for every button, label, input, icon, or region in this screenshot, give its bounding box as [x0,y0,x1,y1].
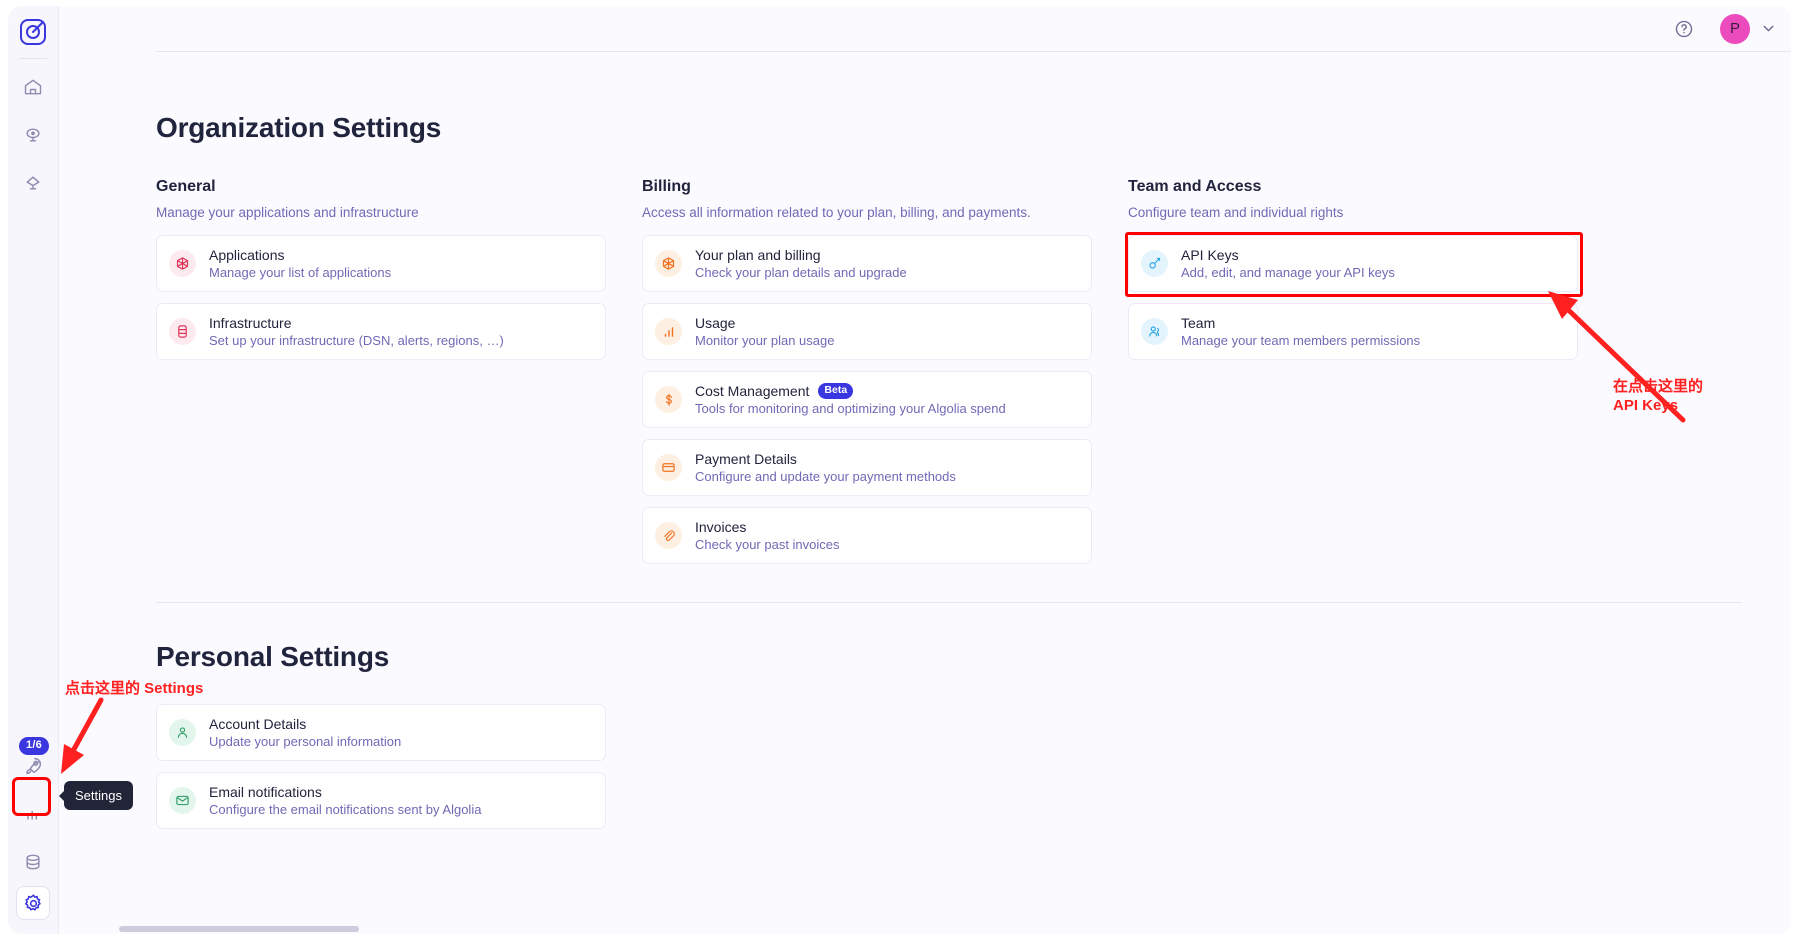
card-list: Applications Manage your list of applica… [156,235,606,360]
main-content: Organization Settings General Manage you… [59,52,1791,934]
card-api-keys[interactable]: API Keys Add, edit, and manage your API … [1125,232,1583,297]
gear-icon [24,893,41,910]
card-account-details[interactable]: Account Details Update your personal inf… [156,704,606,761]
card-subtitle: Check your past invoices [695,537,840,552]
chevron-down-icon[interactable] [1760,20,1777,37]
personal-settings-title: Personal Settings [156,641,390,672]
column-billing: Billing Access all information related t… [642,178,1092,564]
database-icon [169,318,196,345]
onboarding-progress-badge: 1/6 [19,737,49,755]
envelope-icon [169,787,196,814]
card-subtitle: Configure the email notifications sent b… [209,802,482,817]
card-subtitle: Manage your list of applications [209,265,392,280]
card-title: Infrastructure [209,315,292,331]
database-icon [26,854,40,870]
paperclip-icon [655,522,682,549]
card-title: Account Details [209,716,307,732]
card-title: Applications [209,247,285,263]
card-subtitle: Check your plan details and upgrade [695,265,907,280]
card-your-plan-and-billing[interactable]: Your plan and billing Check your plan de… [642,235,1092,292]
card-title: Invoices [695,519,747,535]
column-title: General [156,178,216,195]
sidebar-item-home[interactable] [16,70,50,104]
horizontal-scrollbar[interactable] [119,926,359,932]
card-list: API Keys Add, edit, and manage your API … [1125,232,1583,360]
card-subtitle: Monitor your plan usage [695,333,835,348]
dollar-icon [655,386,682,413]
card-title: API Keys [1181,247,1239,263]
card-applications[interactable]: Applications Manage your list of applica… [156,235,606,292]
credit-card-icon [655,454,682,481]
personal-card-list: Account Details Update your personal inf… [156,704,606,829]
users-icon [1141,318,1168,345]
avatar[interactable]: P [1720,13,1750,44]
card-subtitle: Manage your team members permissions [1181,333,1421,348]
rail-divider [19,58,47,59]
column-title: Team and Access [1128,178,1262,195]
card-title: Payment Details [695,451,797,467]
algolia-logo-icon[interactable] [17,16,49,48]
app-window: 1/6 P Organization Settings General Mana… [8,6,1791,934]
question-circle-icon[interactable] [1674,19,1694,39]
card-title: Your plan and billing [695,247,821,263]
card-invoices[interactable]: Invoices Check your past invoices [642,507,1092,564]
bar-chart-icon [27,810,38,820]
settings-columns: General Manage your applications and inf… [156,178,1791,564]
card-title: Team [1181,315,1216,331]
card-subtitle: Add, edit, and manage your API keys [1181,265,1395,280]
card-subtitle: Configure and update your payment method… [695,469,956,484]
card-title: Email notifications [209,784,322,800]
page-title: Organization Settings [156,112,442,143]
card-subtitle: Update your personal information [209,734,402,749]
card-subtitle: Set up your infrastructure (DSN, alerts,… [209,333,504,348]
beta-badge: Beta [818,383,854,399]
cube-icon [655,250,682,277]
column-subtitle: Manage your applications and infrastruct… [156,205,419,220]
section-divider [156,602,1742,603]
card-title: Cost Management [695,383,810,399]
card-title: Usage [695,315,736,331]
settings-tooltip: Settings [59,781,133,810]
card-list: Your plan and billing Check your plan de… [642,235,1092,564]
card-subtitle: Tools for monitoring and optimizing your… [695,401,1006,416]
card-team[interactable]: Team Manage your team members permission… [1128,303,1578,360]
key-icon [1141,250,1168,277]
user-icon [169,719,196,746]
cube-icon [169,250,196,277]
rocket-icon [26,757,42,775]
sidebar-item-recommend[interactable] [16,166,50,200]
sidebar-item-settings[interactable] [16,886,50,920]
card-cost-management[interactable]: Cost Management Beta Tools for monitorin… [642,371,1092,428]
card-usage[interactable]: Usage Monitor your plan usage [642,303,1092,360]
screen-root: 1/6 P Organization Settings General Mana… [0,0,1799,940]
column-general: General Manage your applications and inf… [156,178,606,564]
card-email-notifications[interactable]: Email notifications Configure the email … [156,772,606,829]
sidebar-item-onboarding[interactable]: 1/6 [16,737,50,783]
bar-chart-icon [655,318,682,345]
column-title: Billing [642,178,691,195]
card-infrastructure[interactable]: Infrastructure Set up your infrastructur… [156,303,606,360]
column-team-and-access: Team and Access Configure team and indiv… [1125,178,1583,564]
left-nav-rail: 1/6 [8,6,59,934]
sidebar-item-data-sources[interactable] [16,845,50,879]
sidebar-item-analytics[interactable] [16,797,50,831]
card-payment-details[interactable]: Payment Details Configure and update you… [642,439,1092,496]
sidebar-item-search[interactable] [16,118,50,152]
column-subtitle: Access all information related to your p… [642,205,1031,220]
column-subtitle: Configure team and individual rights [1128,205,1344,220]
top-bar: P [59,6,1791,51]
